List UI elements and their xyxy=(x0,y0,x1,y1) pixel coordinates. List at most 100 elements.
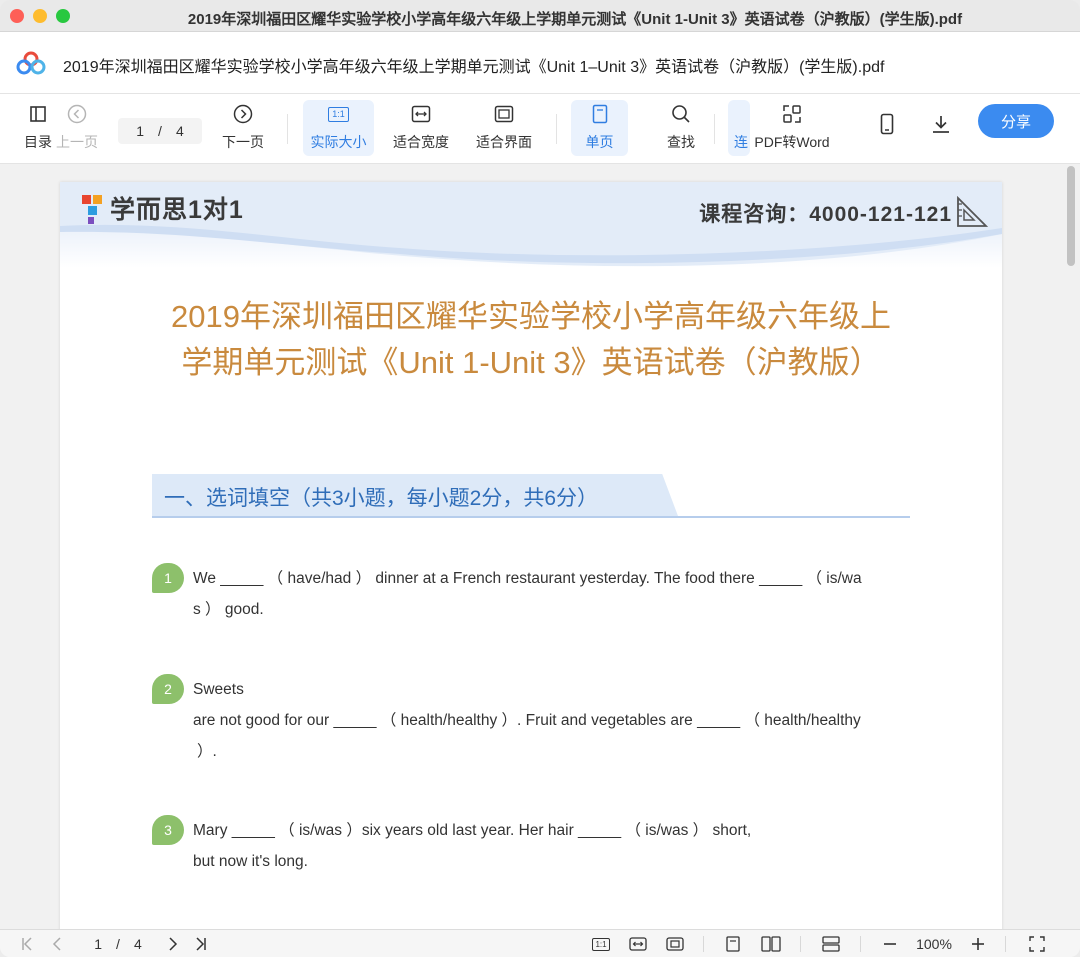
page-banner: 学而思1对1 课程咨询：4000-121-121 xyxy=(60,182,1002,268)
status-page-indicator[interactable]: 1 / 4 xyxy=(80,934,156,954)
find-button[interactable]: 查找 xyxy=(660,100,702,156)
zoom-window-button[interactable] xyxy=(56,9,70,23)
prev-page-button[interactable]: 上一页 xyxy=(54,100,100,156)
cloud-logo-icon xyxy=(16,51,46,75)
question-item: 1 We _____ （ have/had ） dinner at a Fren… xyxy=(152,563,912,627)
two-page-icon xyxy=(761,936,781,952)
single-page-label: 单页 xyxy=(585,134,614,150)
fullscreen-button[interactable] xyxy=(1026,934,1048,954)
minimize-window-button[interactable] xyxy=(33,9,47,23)
find-label: 查找 xyxy=(667,134,695,150)
first-page-icon xyxy=(22,937,32,951)
brand-mark-icon xyxy=(82,195,102,224)
zoom-out-button[interactable] xyxy=(880,934,900,954)
page-number-input[interactable]: 1 / 4 xyxy=(118,118,202,144)
status-prev-page-button[interactable] xyxy=(48,934,68,954)
fullscreen-icon xyxy=(1029,936,1045,952)
pdf-page: 学而思1对1 课程咨询：4000-121-121 2019年深圳福田区耀华实验学… xyxy=(60,182,1002,929)
title-bar: 2019年深圳福田区耀华实验学校小学高年级六年级上学期单元测试《Unit 1-U… xyxy=(0,0,1080,32)
plus-icon xyxy=(972,938,984,950)
fit-page-icon xyxy=(494,100,514,128)
fit-page-button[interactable]: 适合界面 xyxy=(471,100,537,156)
brand-logo: 学而思1对1 xyxy=(80,190,244,226)
download-button[interactable] xyxy=(928,110,954,166)
prev-page-label: 上一页 xyxy=(56,134,98,150)
question-text: Mary _____ （ is/was ）six years old last … xyxy=(193,822,752,870)
section-header: 一、选词填空（共3小题，每小题2分，共6分） xyxy=(152,474,910,520)
status-actual-size-button[interactable]: 1:1 xyxy=(590,934,612,954)
vertical-scrollbar[interactable] xyxy=(1066,164,1076,929)
status-fit-width-button[interactable] xyxy=(627,934,649,954)
fit-width-label: 适合宽度 xyxy=(393,134,449,150)
fit-width-button[interactable]: 适合宽度 xyxy=(388,100,454,156)
fit-width-icon xyxy=(629,937,647,951)
document-header: 2019年深圳福田区耀华实验学校小学高年级六年级上学期单元测试《Unit 1–U… xyxy=(0,32,1080,94)
continuous-page-button[interactable]: 连 xyxy=(728,100,750,156)
last-page-button[interactable] xyxy=(190,934,210,954)
actual-size-button[interactable]: 1:1 实际大小 xyxy=(303,100,374,156)
section-title: 一、选词填空（共3小题，每小题2分，共6分） xyxy=(164,487,599,510)
search-icon xyxy=(671,100,691,128)
document-title: 2019年深圳福田区耀华实验学校小学高年级六年级上学期单元测试《Unit 1–U… xyxy=(63,59,885,76)
fit-page-label: 适合界面 xyxy=(476,134,532,150)
share-button[interactable]: 分享 xyxy=(978,104,1054,138)
next-page-label: 下一页 xyxy=(222,134,264,150)
status-single-page-button[interactable] xyxy=(723,934,743,954)
status-bar: 1 / 4 1:1 100% xyxy=(0,929,1080,957)
fit-width-icon xyxy=(411,100,431,128)
download-icon xyxy=(931,110,951,138)
toolbar-divider xyxy=(556,114,557,144)
app-window: 2019年深圳福田区耀华实验学校小学高年级六年级上学期单元测试《Unit 1-U… xyxy=(0,0,1080,957)
brand-name: 学而思1对1 xyxy=(110,196,244,224)
question-item: 3 Mary _____ （ is/was ）six years old las… xyxy=(152,815,912,879)
single-page-button[interactable]: 单页 xyxy=(571,100,628,156)
toolbar-divider xyxy=(714,114,715,144)
exam-title: 2019年深圳福田区耀华实验学校小学高年级六年级上学期单元测试《Unit 1-U… xyxy=(171,299,891,380)
fit-page-icon xyxy=(666,937,684,951)
pdf-to-word-label: PDF转Word xyxy=(754,134,830,150)
consult-hotline: 课程咨询：4000-121-121 xyxy=(699,203,952,226)
question-number-badge: 3 xyxy=(152,815,184,845)
mobile-button[interactable] xyxy=(875,110,899,166)
toolbar: 目录 上一页 1 / 4 下一页 1:1 实际大小 适合宽度 适合界面 单页 查… xyxy=(0,94,1080,164)
toc-label: 目录 xyxy=(24,134,52,150)
question-number-badge: 1 xyxy=(152,563,184,593)
status-continuous-button[interactable] xyxy=(820,934,842,954)
toc-button[interactable]: 目录 xyxy=(24,100,52,156)
current-page: 1 xyxy=(136,123,145,139)
convert-icon xyxy=(782,100,802,128)
question-text: We _____ （ have/had ） dinner at a French… xyxy=(193,570,862,618)
single-page-icon xyxy=(592,100,608,128)
scrollbar-thumb[interactable] xyxy=(1067,166,1075,266)
pdf-to-word-button[interactable]: PDF转Word xyxy=(752,100,832,156)
chevron-left-icon xyxy=(52,937,61,951)
actual-size-label: 实际大小 xyxy=(310,134,367,150)
question-item: 2 Sweets are not good for our _____ （ he… xyxy=(152,674,912,769)
minus-icon xyxy=(884,943,896,945)
toolbar-divider xyxy=(287,114,288,144)
actual-size-icon: 1:1 xyxy=(328,100,349,128)
phone-icon xyxy=(880,110,894,138)
total-pages: 4 xyxy=(175,123,184,139)
status-next-page-button[interactable] xyxy=(162,934,182,954)
continuous-scroll-icon xyxy=(822,936,840,952)
chevron-right-circle-icon xyxy=(233,100,253,128)
actual-size-icon: 1:1 xyxy=(592,937,610,951)
status-fit-page-button[interactable] xyxy=(664,934,686,954)
chevron-right-icon xyxy=(169,937,178,951)
close-window-button[interactable] xyxy=(10,9,24,23)
chevron-left-circle-icon xyxy=(67,100,87,128)
page-separator: / xyxy=(158,123,162,139)
next-page-button[interactable]: 下一页 xyxy=(220,100,266,156)
status-two-page-button[interactable] xyxy=(760,934,782,954)
single-page-icon xyxy=(726,936,740,952)
toc-icon xyxy=(29,100,47,128)
document-viewer[interactable]: 学而思1对1 课程咨询：4000-121-121 2019年深圳福田区耀华实验学… xyxy=(0,164,1080,929)
question-number-badge: 2 xyxy=(152,674,184,704)
window-title: 2019年深圳福田区耀华实验学校小学高年级六年级上学期单元测试《Unit 1-U… xyxy=(187,11,963,28)
last-page-icon xyxy=(196,937,206,951)
zoom-in-button[interactable] xyxy=(968,934,988,954)
zoom-level[interactable]: 100% xyxy=(908,934,960,954)
first-page-button[interactable] xyxy=(18,934,38,954)
question-text: Sweets are not good for our _____ （ heal… xyxy=(193,681,861,760)
